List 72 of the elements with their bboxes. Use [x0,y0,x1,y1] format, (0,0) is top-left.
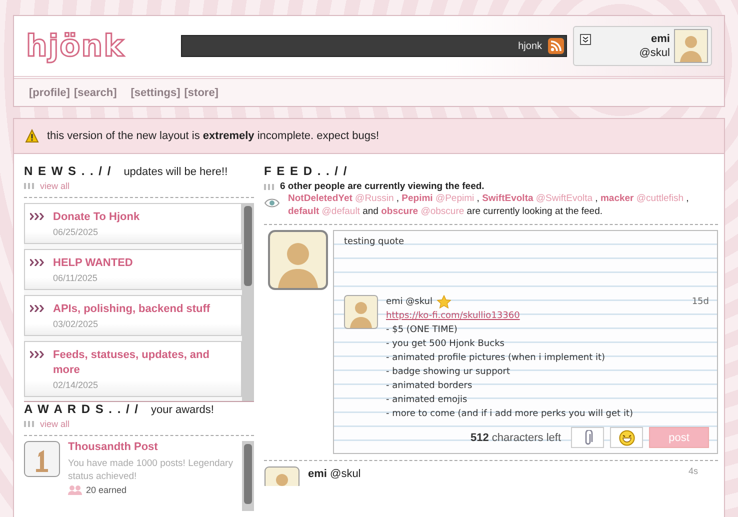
people-icon [68,485,82,495]
nav-link[interactable]: [search] [74,86,117,98]
section-title: F E E D . . / / [264,164,349,178]
view-all-link[interactable]: view all [40,181,70,191]
quote-line: - $5 (ONE TIME) [386,324,458,337]
view-all-link[interactable]: view all [40,419,70,429]
user-handle: @skul [639,46,670,60]
star-icon [436,295,450,309]
warning-icon [25,129,39,143]
chevrons-icon [30,351,45,358]
quote-time: 15d [692,296,709,309]
news-item[interactable]: APIs, polishing, backend stuff 03/02/2025 [24,295,242,336]
quote-line: - you get 500 Hjonk Bucks [386,338,506,351]
scrollbar[interactable] [242,203,254,401]
section-title: A W A R D S . . / / [24,402,139,416]
bars-icon [24,183,34,189]
news-item[interactable]: Donate To Hjonk 06/25/2025 [24,203,242,244]
news-item[interactable]: Feeds, statuses, updates, and more 02/14/2025 [24,341,242,397]
character-counter: 512 characters left [470,432,561,444]
chevrons-icon [30,213,45,220]
composer-text[interactable]: testing quote [344,237,709,295]
nav-link[interactable]: [settings] [130,86,180,98]
avatar-icon [268,230,328,290]
viewer-count: 6 other people are currently viewing the feed. [280,181,484,192]
news-title: Donate To Hjonk [53,210,140,225]
emoji-button[interactable] [610,427,643,448]
quote-line: - animated borders [386,380,474,393]
scrollbar[interactable] [242,441,254,511]
quote-line: - animated profile pictures (when i implement it) [386,352,606,365]
alert-text: this version of the new layout is extremely incomplete. expect bugs! [47,130,380,142]
quote-line: - more to come (and if i add more perks you will get it) [386,408,634,421]
user-card[interactable]: emi @skul [573,26,712,66]
viewers-list: NotDeletedYet @Russin , Pepimi @Pepimi , SwiftEvolta @SwiftEvolta , macker @cuttlefish , default @default and obscure @obscure are currently looking at the feed. [288,192,718,218]
quote-line: - badge showing ur support [386,366,512,379]
avatar-icon [344,295,378,329]
award-title: Thousandth Post [68,441,159,453]
nav-link[interactable]: [profile] [29,86,70,98]
news-date: 03/02/2025 [53,319,100,329]
eye-icon [264,198,280,208]
award-description: You have made 1000 posts! Legendary status achieved! [68,457,234,483]
section-title: N E W S . . / / [24,164,112,178]
ticker-text: hjonk [518,40,542,52]
news-item[interactable]: HELP WANTED 06/11/2025 [24,249,242,290]
nav-link[interactable]: [store] [184,86,218,98]
news-date: 02/14/2025 [53,380,100,390]
quote-link[interactable]: https://ko-fi.com/skullio13360 [386,311,520,321]
quote-author: emi @skul [386,296,432,309]
site-logo[interactable]: hjönk [26,28,169,64]
bars-icon [24,421,34,427]
news-title: Feeds, statuses, updates, and more [53,348,210,378]
avatar-icon [264,466,300,486]
chevrons-icon [30,305,45,312]
composer-paper[interactable] [333,230,718,454]
post-author: emi @skul [308,468,361,480]
post-time: 4s [688,466,698,476]
smiley-icon [618,430,634,446]
user-name: emi [651,32,670,46]
news-title: APIs, polishing, backend stuff [53,302,210,317]
chevrons-icon [30,259,45,266]
collapse-icon[interactable] [580,34,591,45]
section-subtitle: your awards! [151,404,214,416]
attach-button[interactable] [571,427,604,448]
paperclip-icon [582,430,592,446]
bars-icon [264,184,274,190]
avatar-icon [674,29,708,63]
earned-count: 20 earned [86,485,127,495]
news-date: 06/11/2025 [53,273,98,283]
news-date: 06/25/2025 [53,227,100,237]
rss-icon[interactable] [548,38,564,54]
quote-line: - animated emojis [386,394,468,407]
section-subtitle: updates will be here!! [124,166,228,178]
news-title: HELP WANTED [53,256,133,271]
